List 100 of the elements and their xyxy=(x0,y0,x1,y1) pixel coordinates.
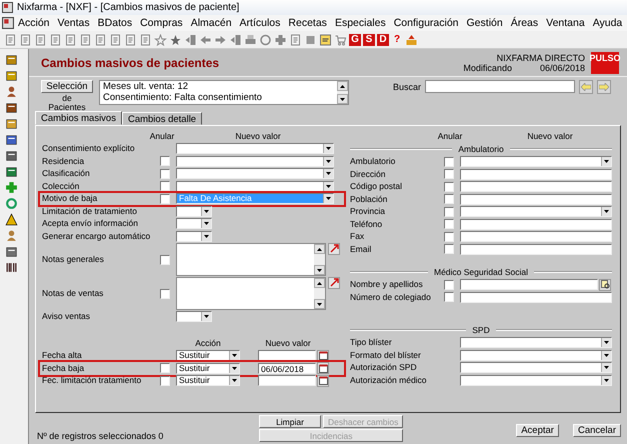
person-icon[interactable] xyxy=(4,85,18,98)
document-icon[interactable] xyxy=(79,34,92,46)
checkbox[interactable] xyxy=(444,280,454,290)
checkbox[interactable] xyxy=(160,363,170,374)
date-field[interactable] xyxy=(258,350,316,362)
menu-item[interactable]: Ventana xyxy=(542,17,589,29)
menu-item[interactable]: Almacén xyxy=(186,17,236,29)
checkbox[interactable] xyxy=(160,181,170,192)
menu-item[interactable]: Compras xyxy=(136,17,187,29)
app-icon[interactable] xyxy=(2,17,14,29)
dropdown[interactable] xyxy=(176,180,334,192)
dropdown[interactable] xyxy=(176,143,334,154)
exit-icon[interactable] xyxy=(184,34,197,46)
checkbox[interactable] xyxy=(160,194,170,204)
expand-button[interactable] xyxy=(328,276,340,288)
dropdown[interactable]: Sustituir xyxy=(176,350,240,362)
checkbox[interactable] xyxy=(160,168,170,179)
menu-item[interactable]: Ayuda xyxy=(588,17,626,29)
scrollbar[interactable] xyxy=(314,278,325,309)
note-icon[interactable] xyxy=(319,34,332,46)
action-button[interactable]: Aceptar xyxy=(516,424,559,437)
footer-button[interactable]: Limpiar xyxy=(259,415,321,428)
dropdown[interactable] xyxy=(460,156,612,168)
text-field[interactable] xyxy=(460,181,612,192)
calendar-button[interactable] xyxy=(317,374,329,387)
document-icon[interactable] xyxy=(94,34,107,46)
document-icon[interactable] xyxy=(289,34,302,46)
warning-icon[interactable] xyxy=(4,213,18,226)
help-button[interactable]: ? xyxy=(391,34,403,46)
menu-item[interactable]: BDatos xyxy=(94,17,136,29)
text-field[interactable] xyxy=(460,218,612,230)
star-icon[interactable] xyxy=(169,34,182,46)
dropdown[interactable] xyxy=(176,168,334,180)
dropdown[interactable] xyxy=(460,362,612,374)
exit-icon[interactable] xyxy=(229,34,242,46)
dropdown[interactable] xyxy=(460,206,612,218)
lookup-button[interactable] xyxy=(599,278,611,291)
upload-icon[interactable] xyxy=(405,34,418,46)
document-icon[interactable] xyxy=(49,34,62,46)
circle-icon[interactable] xyxy=(259,34,272,46)
dropdown[interactable] xyxy=(176,218,212,230)
dropdown[interactable] xyxy=(176,206,212,217)
plus-icon[interactable] xyxy=(274,34,287,46)
dropdown[interactable] xyxy=(460,350,612,361)
tab[interactable]: Cambios detalle xyxy=(122,112,202,125)
text-field[interactable] xyxy=(460,194,612,205)
document-icon[interactable] xyxy=(34,34,47,46)
menu-item[interactable]: Especiales xyxy=(330,17,390,29)
document-icon[interactable] xyxy=(4,34,17,46)
document-icon[interactable] xyxy=(64,34,77,46)
dropdown[interactable] xyxy=(460,374,612,386)
document-icon[interactable] xyxy=(139,34,152,46)
dropdown[interactable]: Sustituir xyxy=(176,362,240,374)
arrow-left-icon[interactable] xyxy=(199,34,212,46)
toolbar-button[interactable]: G xyxy=(349,34,361,46)
menu-item[interactable]: Configuración xyxy=(390,17,463,29)
dropdown[interactable] xyxy=(176,156,334,167)
document-icon[interactable] xyxy=(109,34,122,46)
checkbox[interactable] xyxy=(444,219,454,230)
text-field[interactable] xyxy=(460,292,612,303)
expand-button[interactable] xyxy=(328,242,340,254)
document-icon[interactable] xyxy=(124,34,137,46)
checkbox[interactable] xyxy=(160,288,170,298)
menu-item[interactable]: Recetas xyxy=(284,17,331,29)
checkbox[interactable] xyxy=(444,169,454,180)
star-outline-icon[interactable] xyxy=(154,34,167,46)
checkbox[interactable] xyxy=(160,376,170,386)
checkbox[interactable] xyxy=(444,232,454,242)
dropdown[interactable] xyxy=(176,311,212,322)
tab[interactable]: Cambios masivos xyxy=(35,111,122,125)
document-icon[interactable] xyxy=(19,34,32,46)
text-field[interactable] xyxy=(460,231,612,242)
scrollbar[interactable] xyxy=(314,244,325,275)
text-field[interactable] xyxy=(460,279,598,290)
dropdown[interactable] xyxy=(176,230,212,242)
menu-item[interactable]: Ventas xyxy=(54,17,94,29)
search-field[interactable] xyxy=(425,80,576,93)
checkbox[interactable] xyxy=(444,194,454,204)
barcode-icon[interactable] xyxy=(4,261,18,274)
text-field[interactable] xyxy=(460,244,612,255)
dropdown[interactable] xyxy=(460,337,612,348)
calendar-button[interactable] xyxy=(317,362,329,374)
dropdown[interactable]: Sustituir xyxy=(176,375,240,386)
checkbox[interactable] xyxy=(444,292,454,302)
checkbox[interactable] xyxy=(160,156,170,166)
menu-item[interactable]: Gestión xyxy=(462,17,507,29)
next-button[interactable] xyxy=(597,80,612,94)
menu-item[interactable]: Artículos xyxy=(236,17,284,29)
calendar-button[interactable] xyxy=(317,350,329,362)
previous-button[interactable] xyxy=(579,80,594,94)
action-button[interactable]: Cancelar xyxy=(572,424,621,437)
checkbox[interactable] xyxy=(444,206,454,217)
checkbox[interactable] xyxy=(160,254,170,264)
selection-button[interactable]: Selección xyxy=(41,80,93,93)
date-field[interactable] xyxy=(258,375,316,386)
notes-field[interactable] xyxy=(176,243,326,276)
menu-item[interactable]: Áreas xyxy=(506,17,542,29)
notes-field[interactable] xyxy=(176,277,326,310)
checkbox[interactable] xyxy=(444,244,454,254)
checkbox[interactable] xyxy=(444,182,454,192)
